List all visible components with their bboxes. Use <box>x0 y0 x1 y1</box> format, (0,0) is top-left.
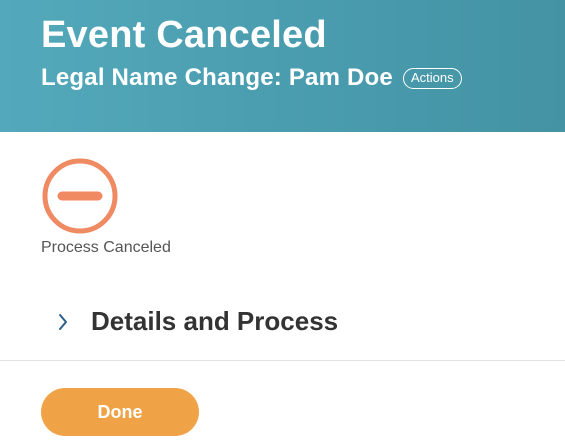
page-header: Event Canceled Legal Name Change: Pam Do… <box>0 0 565 132</box>
canceled-circle-icon <box>42 158 118 234</box>
event-subtitle: Legal Name Change: Pam Doe <box>41 64 393 91</box>
chevron-right-icon[interactable] <box>55 312 71 332</box>
status-label: Process Canceled <box>41 239 171 256</box>
header-subtitle-row: Legal Name Change: Pam Doe Actions <box>41 64 462 92</box>
details-and-process-section[interactable]: Details and Process <box>0 296 565 361</box>
actions-button[interactable]: Actions <box>402 67 462 89</box>
page-title: Event Canceled <box>41 14 327 56</box>
done-button[interactable]: Done <box>41 388 199 436</box>
details-title[interactable]: Details and Process <box>91 306 338 337</box>
